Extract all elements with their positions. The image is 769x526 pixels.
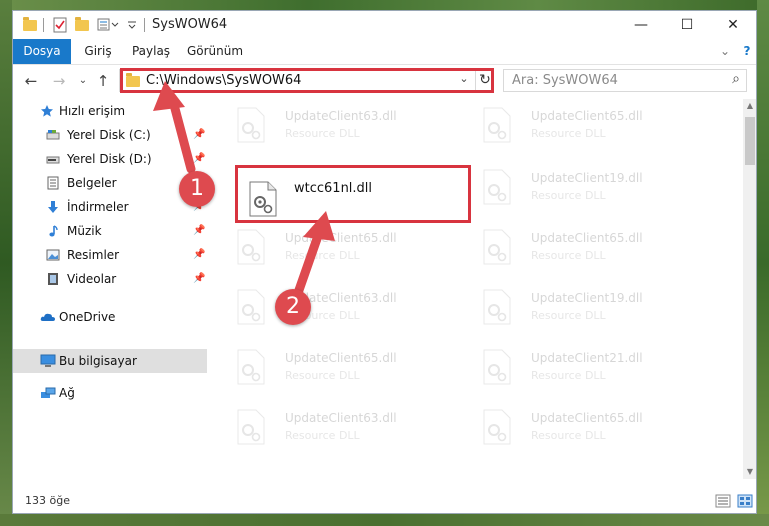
file-explorer-window: SysWOW64 — ☐ ✕ Dosya Giriş Paylaş Görünü… xyxy=(12,10,757,514)
annotation-arrows xyxy=(153,81,335,298)
arrow-to-file-head xyxy=(303,211,335,241)
step-badge-1: 1 xyxy=(179,171,215,207)
desktop-background xyxy=(0,0,769,10)
desktop-background-bottom xyxy=(0,514,769,526)
arrow-to-file xyxy=(293,228,324,298)
arrow-to-address xyxy=(168,96,196,174)
desktop-background-left xyxy=(0,0,12,526)
desktop-background-right xyxy=(757,0,769,526)
arrow-to-address-head xyxy=(153,81,185,111)
step-badge-2: 2 xyxy=(275,289,311,325)
